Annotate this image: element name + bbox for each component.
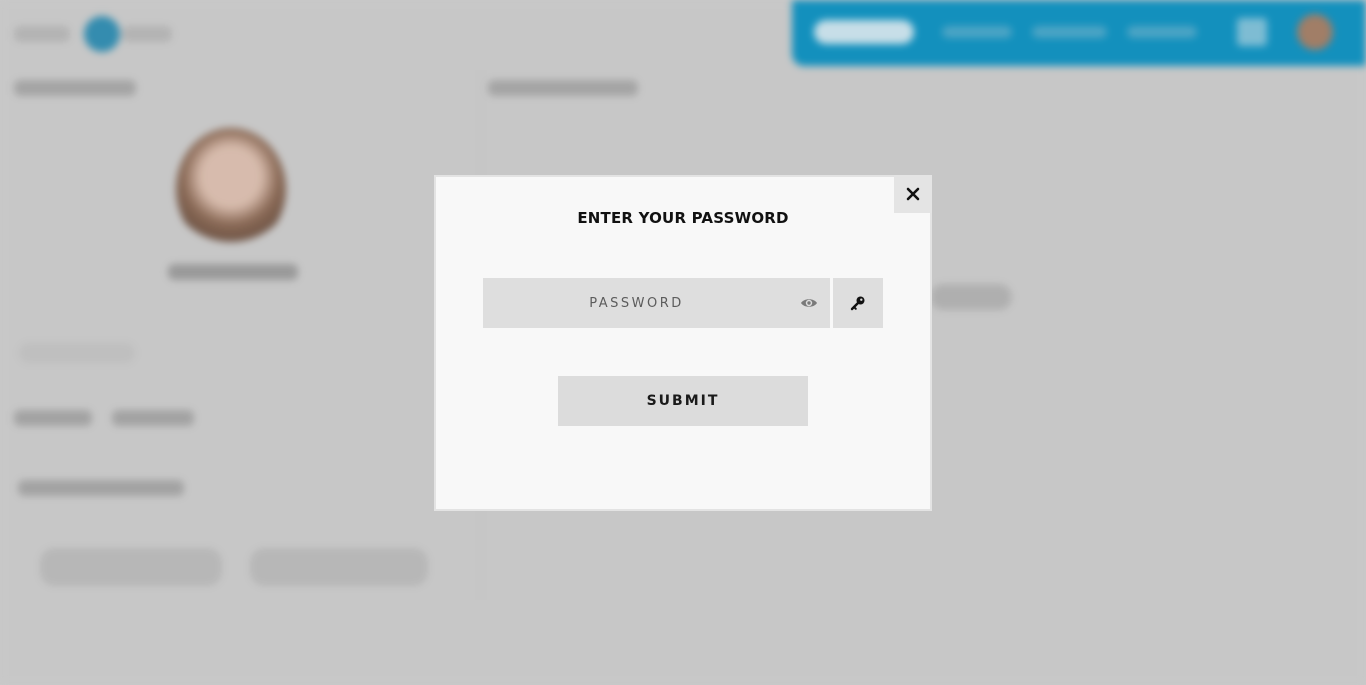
close-button[interactable]	[894, 175, 932, 213]
modal-title: ENTER YOUR PASSWORD	[577, 209, 789, 227]
key-button[interactable]	[833, 278, 883, 328]
submit-button[interactable]: SUBMIT	[558, 376, 808, 426]
key-icon	[850, 296, 865, 311]
close-icon	[906, 187, 920, 201]
password-input[interactable]	[483, 278, 830, 328]
password-field	[483, 278, 830, 328]
password-modal: ENTER YOUR PASSWORD SUBMIT	[434, 175, 932, 511]
page: ENTER YOUR PASSWORD SUBMIT	[0, 0, 1366, 685]
eye-icon[interactable]	[800, 295, 818, 311]
